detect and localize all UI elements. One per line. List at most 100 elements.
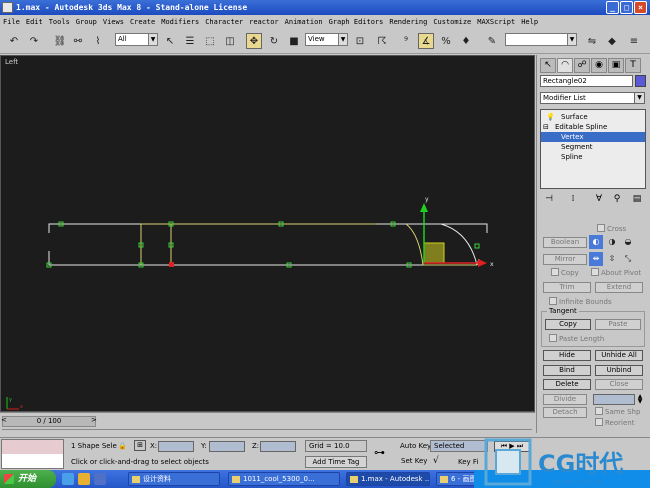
modify-tab-icon[interactable]: ◠ bbox=[557, 58, 573, 73]
modifier-list-dropdown[interactable]: Modifier List ▼ bbox=[540, 92, 645, 104]
mirror-both-icon[interactable]: ⤡ bbox=[621, 252, 635, 266]
create-tab-icon[interactable]: ↖ bbox=[540, 58, 556, 73]
unlink-icon[interactable]: ⚯ bbox=[70, 33, 86, 49]
mirror-icon[interactable]: ⇋ bbox=[584, 33, 600, 49]
add-time-tag-button[interactable]: Add Time Tag bbox=[305, 456, 367, 468]
viewport-left[interactable]: Left y x y x bbox=[0, 55, 535, 412]
menu-edit[interactable]: Edit bbox=[23, 18, 46, 26]
undo-icon[interactable]: ↶ bbox=[6, 33, 22, 49]
mirror-horizontal-icon[interactable]: ⇹ bbox=[589, 252, 603, 266]
time-slider[interactable]: 0 / 100 bbox=[2, 416, 96, 427]
selection-filter-dropdown[interactable]: All ▼ bbox=[115, 33, 158, 46]
layer-manager-icon[interactable]: ≡ bbox=[626, 33, 642, 49]
show-end-result-icon[interactable]: ⁞ bbox=[566, 193, 580, 206]
boolean-button[interactable]: Boolean bbox=[543, 237, 587, 248]
close-button[interactable]: × bbox=[634, 1, 647, 14]
mirror-button[interactable]: Mirror bbox=[543, 254, 587, 265]
named-selection-sets-dropdown[interactable]: ▼ bbox=[505, 33, 577, 46]
task-design-folder[interactable]: 设计资料 bbox=[128, 472, 220, 486]
detach-button[interactable]: Detach bbox=[543, 407, 587, 418]
motion-tab-icon[interactable]: ◉ bbox=[591, 58, 607, 73]
unbind-button[interactable]: Unbind bbox=[595, 365, 643, 376]
task-image-folder[interactable]: 1011_cool_5300_0... bbox=[228, 472, 340, 486]
menu-character[interactable]: Character bbox=[202, 18, 246, 26]
key-mode-dropdown[interactable]: Selected bbox=[430, 440, 488, 452]
object-color-swatch[interactable] bbox=[635, 75, 646, 87]
remove-modifier-icon[interactable]: ⚲ bbox=[610, 193, 624, 206]
about-pivot-checkbox[interactable]: About Pivot bbox=[591, 268, 641, 278]
pin-stack-icon[interactable]: ⊣ bbox=[542, 193, 556, 206]
menu-group[interactable]: Group bbox=[73, 18, 100, 26]
menu-modifiers[interactable]: Modifiers bbox=[158, 18, 202, 26]
select-object-icon[interactable]: ↖ bbox=[162, 33, 178, 49]
snap-toggle-icon[interactable]: ⁹ bbox=[398, 33, 414, 49]
menu-animation[interactable]: Animation bbox=[282, 18, 326, 26]
select-and-move-icon[interactable]: ✥ bbox=[246, 33, 262, 49]
object-name-field[interactable]: Rectangle02 bbox=[540, 75, 633, 87]
frame-ruler[interactable] bbox=[2, 429, 532, 430]
redo-icon[interactable]: ↷ bbox=[26, 33, 42, 49]
stack-item-editable-spline[interactable]: ⊟ Editable Spline bbox=[541, 122, 645, 132]
configure-sets-icon[interactable]: ▤ bbox=[630, 193, 644, 206]
vertex[interactable] bbox=[474, 243, 480, 249]
close-spline-button[interactable]: Close bbox=[595, 379, 643, 390]
tangent-paste-button[interactable]: Paste bbox=[595, 319, 641, 330]
task-3dsmax[interactable]: 1.max - Autodesk ... bbox=[346, 472, 430, 486]
mirror-vertical-icon[interactable]: ⇳ bbox=[605, 252, 619, 266]
absolute-mode-icon[interactable]: ⊞ bbox=[134, 440, 146, 451]
select-and-link-icon[interactable]: ⛓ bbox=[52, 33, 68, 49]
menu-views[interactable]: Views bbox=[100, 18, 127, 26]
divide-spinner[interactable] bbox=[593, 394, 635, 405]
menu-customize[interactable]: Customize bbox=[430, 18, 474, 26]
stack-item-surface[interactable]: 💡 Surface bbox=[541, 112, 645, 122]
reorient-checkbox[interactable]: Reorient bbox=[595, 418, 634, 428]
key-mode-icon[interactable]: ⊶ bbox=[374, 447, 385, 458]
display-tab-icon[interactable]: ▣ bbox=[608, 58, 624, 73]
z-coordinate-field[interactable] bbox=[260, 441, 296, 452]
auto-key-button[interactable]: Auto Key bbox=[400, 441, 431, 452]
boolean-intersect-icon[interactable]: ◒ bbox=[621, 235, 635, 249]
stack-item-segment[interactable]: Segment bbox=[541, 142, 645, 152]
menu-maxscript[interactable]: MAXScript bbox=[474, 18, 518, 26]
task-paint[interactable]: 6 - 画图 bbox=[436, 472, 476, 486]
boolean-subtract-icon[interactable]: ◑ bbox=[605, 235, 619, 249]
playback-controls-icon[interactable]: ⏮ ▶ ⏭ bbox=[494, 441, 530, 452]
cross-checkbox[interactable]: Cross bbox=[597, 224, 626, 234]
menu-rendering[interactable]: Rendering bbox=[386, 18, 430, 26]
spinner-arrows-icon[interactable]: ▲ ▼ bbox=[636, 394, 644, 405]
menu-help[interactable]: Help bbox=[518, 18, 541, 26]
key-filters-button[interactable]: Key Fi bbox=[458, 457, 478, 468]
pivot-center-icon[interactable]: ⊡ bbox=[352, 33, 368, 49]
maximize-button[interactable]: □ bbox=[620, 1, 633, 14]
lock-selection-icon[interactable]: 🔒 bbox=[118, 441, 127, 452]
make-unique-icon[interactable]: ∀ bbox=[592, 193, 606, 206]
menu-tools[interactable]: Tools bbox=[46, 18, 73, 26]
selected-vertex[interactable] bbox=[169, 262, 174, 267]
trim-button[interactable]: Trim bbox=[543, 282, 591, 293]
select-by-name-icon[interactable]: ☰ bbox=[182, 33, 198, 49]
menu-graph-editors[interactable]: Graph Editors bbox=[326, 18, 387, 26]
reference-coordinate-dropdown[interactable]: View ▼ bbox=[305, 33, 348, 46]
y-coordinate-field[interactable] bbox=[209, 441, 245, 452]
stack-item-vertex[interactable]: Vertex bbox=[541, 132, 645, 142]
bind-space-warp-icon[interactable]: ⌇ bbox=[90, 33, 106, 49]
rectangular-selection-icon[interactable]: ⬚ bbox=[202, 33, 218, 49]
same-shape-checkbox[interactable]: Same Shp bbox=[595, 407, 640, 417]
next-frame-icon[interactable]: > bbox=[91, 416, 97, 424]
align-icon[interactable]: ◆ bbox=[604, 33, 620, 49]
tangent-type-icon[interactable]: √ bbox=[433, 456, 439, 467]
maxscript-listener[interactable] bbox=[1, 439, 64, 469]
hide-button[interactable]: Hide bbox=[543, 350, 591, 361]
angle-snap-icon[interactable]: ∡ bbox=[418, 33, 434, 49]
prev-frame-icon[interactable]: < bbox=[1, 416, 7, 424]
hierarchy-tab-icon[interactable]: ☍ bbox=[574, 58, 590, 73]
select-and-scale-icon[interactable]: ■ bbox=[286, 33, 302, 49]
collapse-icon[interactable]: ⊟ bbox=[543, 122, 549, 132]
infinite-bounds-checkbox[interactable]: Infinite Bounds bbox=[549, 297, 612, 307]
ie-icon[interactable] bbox=[62, 473, 74, 485]
utilities-tab-icon[interactable]: T bbox=[625, 58, 641, 73]
show-desktop-icon[interactable] bbox=[78, 473, 90, 485]
light-bulb-icon[interactable]: 💡 bbox=[546, 112, 555, 122]
menu-file[interactable]: File bbox=[0, 18, 23, 26]
paste-length-checkbox[interactable]: Paste Length bbox=[549, 334, 604, 344]
